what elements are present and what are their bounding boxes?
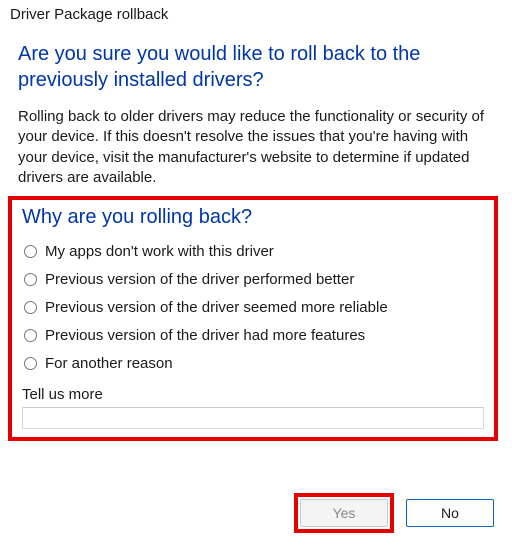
reason-radio-group: My apps don't work with this driver Prev… [24,243,484,372]
reason-heading: Why are you rolling back? [22,206,484,229]
reason-label: Previous version of the driver seemed mo… [45,299,388,316]
main-heading: Are you sure you would like to roll back… [18,41,494,93]
reason-radio-0[interactable] [24,245,37,258]
reason-option[interactable]: For another reason [24,355,484,372]
reason-radio-4[interactable] [24,357,37,370]
window-title: Driver Package rollback [0,0,512,27]
tell-more-label: Tell us more [22,386,484,403]
dialog-content: Are you sure you would like to roll back… [0,27,512,441]
reason-label: My apps don't work with this driver [45,243,274,260]
reason-option[interactable]: Previous version of the driver seemed mo… [24,299,484,316]
reason-option[interactable]: Previous version of the driver had more … [24,327,484,344]
reason-radio-2[interactable] [24,301,37,314]
yes-button-highlight: Yes [294,493,394,533]
no-button[interactable]: No [406,499,494,527]
reason-radio-3[interactable] [24,329,37,342]
reason-radio-1[interactable] [24,273,37,286]
reason-option[interactable]: My apps don't work with this driver [24,243,484,260]
warning-text: Rolling back to older drivers may reduce… [18,107,494,188]
dialog-button-row: Yes No [294,493,494,533]
reason-label: Previous version of the driver had more … [45,327,365,344]
reason-label: Previous version of the driver performed… [45,271,354,288]
yes-button[interactable]: Yes [300,499,388,527]
reason-section-highlight: Why are you rolling back? My apps don't … [8,196,498,441]
tell-more-input[interactable] [22,407,484,429]
reason-option[interactable]: Previous version of the driver performed… [24,271,484,288]
reason-label: For another reason [45,355,173,372]
